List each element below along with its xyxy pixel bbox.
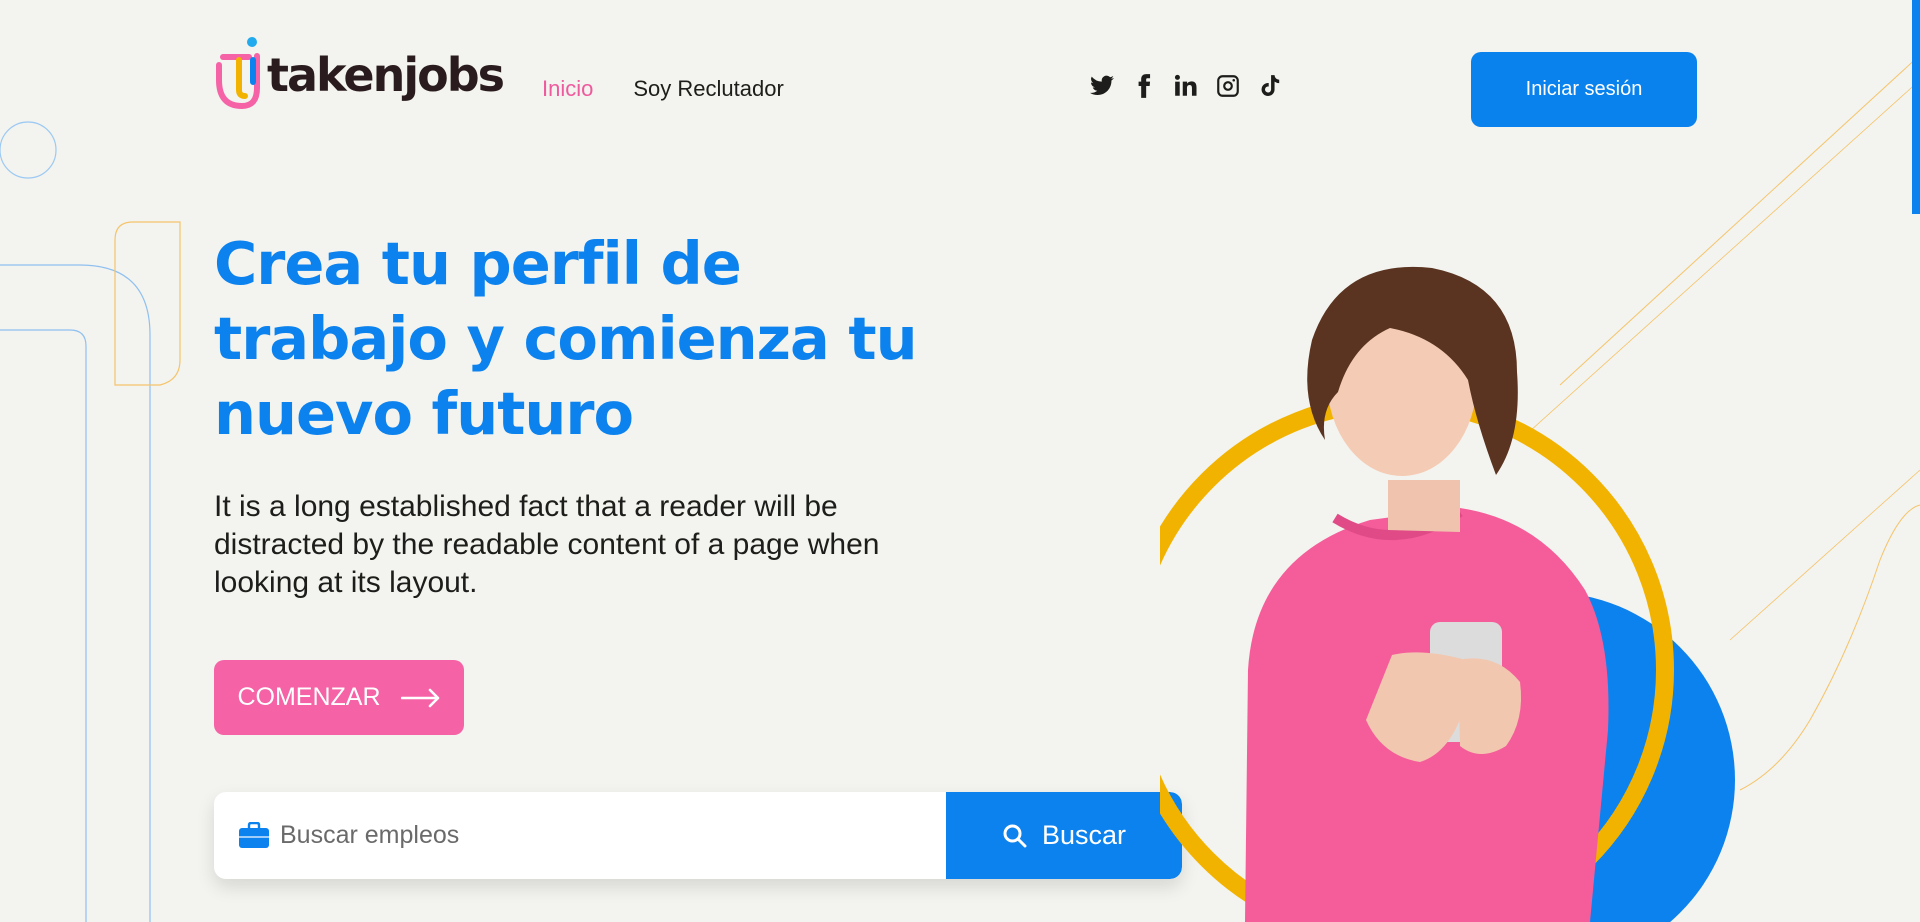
search-field [214, 792, 946, 879]
social-links [1088, 72, 1284, 100]
nav-item-soy-reclutador[interactable]: Soy Reclutador [633, 76, 783, 102]
start-button-label: COMENZAR [237, 683, 381, 711]
nav-item-inicio[interactable]: Inicio [542, 76, 593, 102]
tiktok-icon[interactable] [1256, 72, 1284, 100]
hero-text: It is a long established fact that a rea… [214, 490, 880, 599]
scroll-indicator[interactable] [1912, 0, 1920, 214]
hero-woman-illustration [1160, 266, 1735, 922]
login-button[interactable]: Iniciar sesión [1471, 52, 1697, 127]
job-search-bar: Buscar [214, 792, 1182, 879]
start-button[interactable]: COMENZAR [214, 660, 464, 735]
linkedin-icon[interactable] [1172, 72, 1200, 100]
twitter-icon[interactable] [1088, 72, 1116, 100]
instagram-icon[interactable] [1214, 72, 1242, 100]
brand-name: takenjobs [267, 48, 505, 102]
logo-mark-icon [216, 37, 260, 110]
search-button[interactable]: Buscar [946, 792, 1182, 879]
search-button-label: Buscar [1041, 820, 1127, 850]
search-input[interactable] [280, 821, 900, 850]
search-icon [1003, 824, 1027, 847]
main-nav: Inicio Soy Reclutador [542, 76, 784, 102]
facebook-icon[interactable] [1130, 72, 1158, 100]
briefcase-icon [239, 821, 269, 848]
brand-logo[interactable]: takenjobs [213, 36, 505, 110]
arrow-right-icon [400, 688, 439, 707]
hero-title: Crea tu perfil de trabajo y comienza tu … [214, 229, 918, 448]
